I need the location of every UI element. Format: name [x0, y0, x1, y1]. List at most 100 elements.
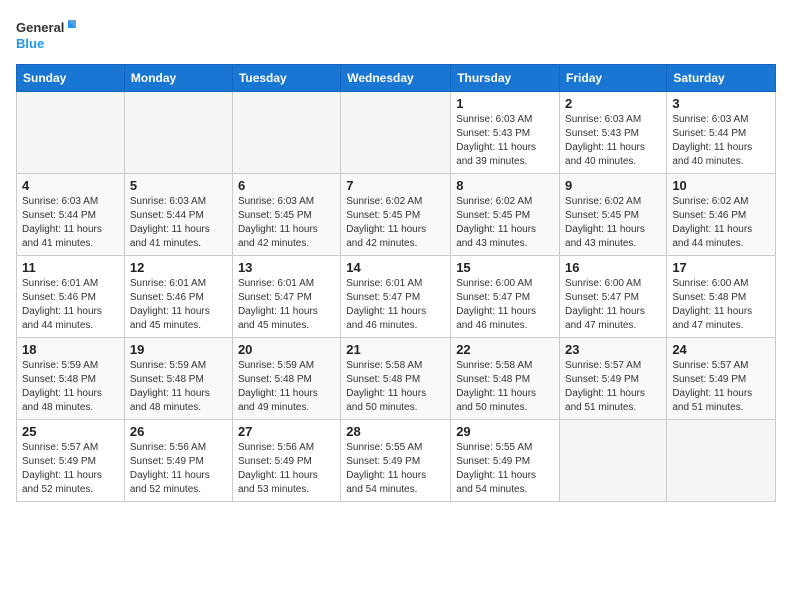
calendar-cell: 6 Sunrise: 6:03 AM Sunset: 5:45 PM Daylig… [232, 174, 340, 256]
day-number: 6 [238, 178, 335, 193]
day-number: 3 [672, 96, 770, 111]
day-info: Sunrise: 6:01 AM Sunset: 5:46 PM Dayligh… [130, 277, 227, 333]
day-number: 28 [346, 424, 445, 439]
day-info: Sunrise: 6:03 AM Sunset: 5:44 PM Dayligh… [22, 195, 119, 251]
day-info: Sunrise: 6:03 AM Sunset: 5:43 PM Dayligh… [456, 113, 554, 169]
calendar-cell: 15Sunrise: 6:00 AM Sunset: 5:47 PM Dayli… [451, 256, 560, 338]
day-info: Sunrise: 6:00 AM Sunset: 5:48 PM Dayligh… [672, 277, 770, 333]
weekday-header-wednesday: Wednesday [341, 65, 451, 92]
svg-text:Blue: Blue [16, 36, 44, 51]
day-info: Sunrise: 6:03 AM Sunset: 5:44 PM Dayligh… [130, 195, 227, 251]
day-info: Sunrise: 5:58 AM Sunset: 5:48 PM Dayligh… [456, 359, 554, 415]
day-number: 15 [456, 260, 554, 275]
calendar-week-row: 4 Sunrise: 6:03 AM Sunset: 5:44 PM Daylig… [17, 174, 776, 256]
weekday-header-friday: Friday [560, 65, 667, 92]
day-number: 22 [456, 342, 554, 357]
calendar-cell: 28Sunrise: 5:55 AM Sunset: 5:49 PM Dayli… [341, 420, 451, 502]
weekday-header-sunday: Sunday [17, 65, 125, 92]
day-info: Sunrise: 5:57 AM Sunset: 5:49 PM Dayligh… [565, 359, 661, 415]
day-info: Sunrise: 6:01 AM Sunset: 5:47 PM Dayligh… [346, 277, 445, 333]
day-number: 25 [22, 424, 119, 439]
day-number: 16 [565, 260, 661, 275]
day-number: 4 [22, 178, 119, 193]
day-info: Sunrise: 5:59 AM Sunset: 5:48 PM Dayligh… [22, 359, 119, 415]
calendar-cell [341, 92, 451, 174]
calendar-cell: 5 Sunrise: 6:03 AM Sunset: 5:44 PM Daylig… [124, 174, 232, 256]
day-info: Sunrise: 5:55 AM Sunset: 5:49 PM Dayligh… [456, 441, 554, 497]
day-info: Sunrise: 6:02 AM Sunset: 5:46 PM Dayligh… [672, 195, 770, 251]
calendar-cell: 21 Sunrise: 5:58 AM Sunset: 5:48 PM Dayli… [341, 338, 451, 420]
calendar-cell: 19 Sunrise: 5:59 AM Sunset: 5:48 PM Dayli… [124, 338, 232, 420]
calendar-cell: 27Sunrise: 5:56 AM Sunset: 5:49 PM Dayli… [232, 420, 340, 502]
weekday-header-row: SundayMondayTuesdayWednesdayThursdayFrid… [17, 65, 776, 92]
calendar-cell: 22 Sunrise: 5:58 AM Sunset: 5:48 PM Dayli… [451, 338, 560, 420]
page-header: General Blue [16, 16, 776, 56]
weekday-header-tuesday: Tuesday [232, 65, 340, 92]
day-info: Sunrise: 6:00 AM Sunset: 5:47 PM Dayligh… [565, 277, 661, 333]
calendar-cell: 20 Sunrise: 5:59 AM Sunset: 5:48 PM Dayli… [232, 338, 340, 420]
day-info: Sunrise: 5:59 AM Sunset: 5:48 PM Dayligh… [238, 359, 335, 415]
calendar-cell: 4 Sunrise: 6:03 AM Sunset: 5:44 PM Daylig… [17, 174, 125, 256]
day-info: Sunrise: 6:02 AM Sunset: 5:45 PM Dayligh… [565, 195, 661, 251]
calendar-cell: 7 Sunrise: 6:02 AM Sunset: 5:45 PM Daylig… [341, 174, 451, 256]
day-info: Sunrise: 5:59 AM Sunset: 5:48 PM Dayligh… [130, 359, 227, 415]
calendar-cell: 25 Sunrise: 5:57 AM Sunset: 5:49 PM Dayli… [17, 420, 125, 502]
calendar-cell: 8 Sunrise: 6:02 AM Sunset: 5:45 PM Daylig… [451, 174, 560, 256]
day-info: Sunrise: 5:56 AM Sunset: 5:49 PM Dayligh… [130, 441, 227, 497]
calendar-cell: 26 Sunrise: 5:56 AM Sunset: 5:49 PM Dayli… [124, 420, 232, 502]
calendar-cell: 2 Sunrise: 6:03 AM Sunset: 5:43 PM Daylig… [560, 92, 667, 174]
logo: General Blue [16, 16, 76, 56]
day-info: Sunrise: 5:58 AM Sunset: 5:48 PM Dayligh… [346, 359, 445, 415]
day-info: Sunrise: 6:02 AM Sunset: 5:45 PM Dayligh… [346, 195, 445, 251]
day-number: 26 [130, 424, 227, 439]
day-info: Sunrise: 5:57 AM Sunset: 5:49 PM Dayligh… [22, 441, 119, 497]
day-number: 8 [456, 178, 554, 193]
calendar-cell: 10Sunrise: 6:02 AM Sunset: 5:46 PM Dayli… [667, 174, 776, 256]
calendar-cell: 3 Sunrise: 6:03 AM Sunset: 5:44 PM Daylig… [667, 92, 776, 174]
day-info: Sunrise: 6:01 AM Sunset: 5:47 PM Dayligh… [238, 277, 335, 333]
day-number: 21 [346, 342, 445, 357]
calendar-cell: 17 Sunrise: 6:00 AM Sunset: 5:48 PM Dayli… [667, 256, 776, 338]
calendar-cell: 12Sunrise: 6:01 AM Sunset: 5:46 PM Dayli… [124, 256, 232, 338]
day-number: 13 [238, 260, 335, 275]
day-info: Sunrise: 6:03 AM Sunset: 5:44 PM Dayligh… [672, 113, 770, 169]
day-number: 18 [22, 342, 119, 357]
calendar-cell [17, 92, 125, 174]
calendar-cell: 9 Sunrise: 6:02 AM Sunset: 5:45 PM Daylig… [560, 174, 667, 256]
calendar-week-row: 25 Sunrise: 5:57 AM Sunset: 5:49 PM Dayli… [17, 420, 776, 502]
day-info: Sunrise: 6:03 AM Sunset: 5:45 PM Dayligh… [238, 195, 335, 251]
weekday-header-saturday: Saturday [667, 65, 776, 92]
calendar-cell: 29 Sunrise: 5:55 AM Sunset: 5:49 PM Dayli… [451, 420, 560, 502]
calendar-cell [667, 420, 776, 502]
calendar-cell [560, 420, 667, 502]
svg-text:General: General [16, 20, 64, 35]
logo-svg: General Blue [16, 16, 76, 56]
day-info: Sunrise: 6:02 AM Sunset: 5:45 PM Dayligh… [456, 195, 554, 251]
calendar-cell [124, 92, 232, 174]
day-number: 27 [238, 424, 335, 439]
calendar-week-row: 11Sunrise: 6:01 AM Sunset: 5:46 PM Dayli… [17, 256, 776, 338]
calendar-cell [232, 92, 340, 174]
day-number: 19 [130, 342, 227, 357]
calendar-cell: 16 Sunrise: 6:00 AM Sunset: 5:47 PM Dayli… [560, 256, 667, 338]
day-number: 14 [346, 260, 445, 275]
calendar-cell: 13 Sunrise: 6:01 AM Sunset: 5:47 PM Dayli… [232, 256, 340, 338]
day-number: 5 [130, 178, 227, 193]
day-info: Sunrise: 6:01 AM Sunset: 5:46 PM Dayligh… [22, 277, 119, 333]
weekday-header-monday: Monday [124, 65, 232, 92]
day-number: 7 [346, 178, 445, 193]
day-info: Sunrise: 5:57 AM Sunset: 5:49 PM Dayligh… [672, 359, 770, 415]
calendar-cell: 11Sunrise: 6:01 AM Sunset: 5:46 PM Dayli… [17, 256, 125, 338]
day-number: 23 [565, 342, 661, 357]
day-info: Sunrise: 6:03 AM Sunset: 5:43 PM Dayligh… [565, 113, 661, 169]
day-number: 9 [565, 178, 661, 193]
calendar-week-row: 1Sunrise: 6:03 AM Sunset: 5:43 PM Daylig… [17, 92, 776, 174]
day-number: 29 [456, 424, 554, 439]
calendar-cell: 18 Sunrise: 5:59 AM Sunset: 5:48 PM Dayli… [17, 338, 125, 420]
day-number: 2 [565, 96, 661, 111]
day-number: 17 [672, 260, 770, 275]
calendar-table: SundayMondayTuesdayWednesdayThursdayFrid… [16, 64, 776, 502]
calendar-cell: 23 Sunrise: 5:57 AM Sunset: 5:49 PM Dayli… [560, 338, 667, 420]
calendar-cell: 1Sunrise: 6:03 AM Sunset: 5:43 PM Daylig… [451, 92, 560, 174]
day-number: 20 [238, 342, 335, 357]
